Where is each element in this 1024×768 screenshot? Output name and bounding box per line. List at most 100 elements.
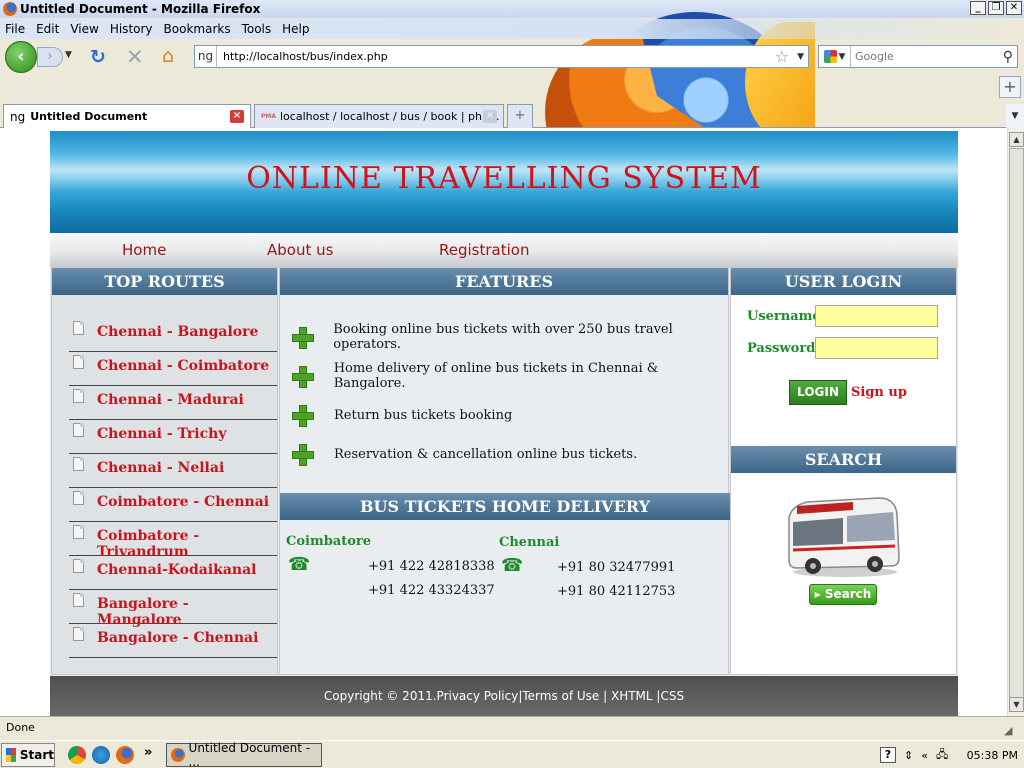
tab-close-icon[interactable]: × (483, 110, 497, 123)
tab-strip: + ng Untitled Document × PMA localhost /… (0, 74, 1024, 128)
system-tray: ? ⇕ « 🖧 05:38 PM (880, 743, 1024, 767)
tab-label: localhost / localhost / bus / book | php… (280, 110, 500, 123)
back-button[interactable]: ‹ (5, 41, 37, 73)
tab-favicon: ng (10, 109, 26, 124)
nav-registration[interactable]: Registration (439, 241, 529, 259)
scroll-thumb[interactable] (1009, 148, 1024, 698)
top-routes-heading: TOP ROUTES (52, 268, 277, 295)
login-heading: USER LOGIN (731, 268, 956, 295)
search-magnifier-icon[interactable]: ⚲ (1003, 49, 1013, 65)
home-icon[interactable]: ⌂ (162, 45, 174, 67)
tray-expand-icon[interactable]: « (921, 749, 928, 762)
stop-icon[interactable]: ✕ (126, 45, 144, 69)
firefox-icon (3, 2, 17, 16)
search-engine-selector[interactable]: ▼ (819, 46, 851, 67)
url-text[interactable]: http://localhost/bus/index.php (217, 50, 775, 63)
login-panel: USER LOGIN Username Password LOGIN Sign … (730, 267, 957, 675)
route-item[interactable]: Bangalore - Mangalore (69, 590, 277, 628)
search-button[interactable]: ▸ Search (809, 584, 877, 605)
menu-bar: File Edit View History Bookmarks Tools H… (0, 19, 1024, 39)
network-icon[interactable]: 🖧 (936, 746, 948, 765)
plus-icon (292, 405, 314, 427)
chrome-icon[interactable] (68, 746, 86, 764)
new-tab-button[interactable]: + (507, 104, 533, 128)
site-container: ONLINE TRAVELLING SYSTEM Home About us R… (50, 131, 958, 716)
phone-number: +91 80 32477991 (557, 560, 676, 575)
tab-untitled-document[interactable]: ng Untitled Document × (3, 104, 251, 128)
delivery-city-coimbatore: Coimbatore (286, 534, 372, 549)
plus-icon (292, 366, 314, 388)
username-row: Username (747, 305, 938, 327)
username-input[interactable] (815, 305, 938, 327)
route-item[interactable]: Chennai - Nellai (69, 454, 277, 488)
top-routes-panel: TOP ROUTES Chennai - Bangalore Chennai -… (51, 267, 278, 675)
document-icon (73, 389, 84, 403)
scroll-up-arrow-icon[interactable]: ▲ (1009, 132, 1024, 147)
close-button[interactable]: ✕ (1006, 1, 1022, 15)
route-item[interactable]: Bangalore - Chennai (69, 624, 277, 658)
route-item[interactable]: Chennai - Madurai (69, 386, 277, 420)
phone-icon: ☎ (288, 554, 311, 575)
tab-close-icon[interactable]: × (230, 110, 244, 123)
url-dropdown-icon[interactable]: ▼ (797, 52, 804, 62)
menu-edit[interactable]: Edit (36, 22, 59, 36)
windows-flag-icon (6, 748, 16, 762)
phone-number: +91 422 43324337 (368, 583, 495, 598)
route-item[interactable]: Coimbatore - Chennai (69, 488, 277, 522)
menu-history[interactable]: History (110, 22, 153, 36)
search-placeholder[interactable]: Google (851, 50, 1003, 63)
maximize-button[interactable]: ❐ (988, 1, 1004, 15)
plus-icon (292, 444, 314, 466)
site-title: ONLINE TRAVELLING SYSTEM (246, 161, 762, 196)
route-item[interactable]: Chennai - Bangalore (69, 318, 277, 352)
quicklaunch-chevron-icon[interactable]: » (144, 745, 152, 760)
menu-bookmarks[interactable]: Bookmarks (164, 22, 231, 36)
password-input[interactable] (815, 337, 938, 359)
firefox-quicklaunch-icon[interactable] (116, 746, 134, 764)
forward-button[interactable]: › (37, 47, 63, 67)
features-heading: FEATURES (280, 268, 728, 295)
help-icon[interactable]: ? (880, 747, 896, 763)
username-label: Username (747, 308, 821, 324)
forward-arrow-icon: › (47, 49, 53, 64)
site-identity-icon[interactable]: ng (195, 46, 217, 67)
phpmyadmin-favicon: PMA (261, 112, 277, 120)
route-item[interactable]: Chennai-Kodaikanal (69, 556, 277, 590)
scroll-down-arrow-icon[interactable]: ▼ (1009, 697, 1024, 712)
history-dropdown-icon[interactable]: ▼ (65, 50, 72, 60)
vertical-scrollbar[interactable]: ▲ ▼ (1007, 128, 1024, 716)
google-icon (823, 50, 837, 63)
document-icon (73, 355, 84, 369)
signup-link[interactable]: Sign up (851, 385, 907, 400)
search-bar[interactable]: ▼ Google ⚲ (818, 45, 1018, 68)
phone-icon: ☎ (501, 555, 524, 576)
taskbar-item-firefox[interactable]: Untitled Document - ... (166, 741, 322, 768)
document-icon (73, 627, 84, 641)
route-item[interactable]: Chennai - Trichy (69, 420, 277, 454)
route-item[interactable]: Chennai - Coimbatore (69, 352, 277, 386)
nav-about-us[interactable]: About us (267, 241, 333, 259)
document-icon (73, 321, 84, 335)
reload-icon[interactable]: ↻ (90, 46, 106, 68)
site-nav: Home About us Registration (50, 233, 958, 267)
nav-home[interactable]: Home (122, 241, 166, 259)
bookmark-star-icon[interactable]: ☆ (775, 47, 789, 66)
login-button[interactable]: LOGIN (789, 380, 847, 405)
menu-tools[interactable]: Tools (242, 22, 272, 36)
url-bar[interactable]: ng http://localhost/bus/index.php ☆ ▼ (194, 45, 809, 68)
tab-list-dropdown-icon[interactable]: ▼ (1006, 104, 1024, 128)
minimize-button[interactable]: _ (970, 1, 986, 15)
internet-explorer-icon[interactable] (92, 746, 110, 764)
document-icon (73, 457, 84, 471)
tab-phpmyadmin[interactable]: PMA localhost / localhost / bus / book |… (254, 104, 504, 128)
menu-file[interactable]: File (5, 22, 25, 36)
document-icon (73, 559, 84, 573)
tray-arrows-icon[interactable]: ⇕ (904, 749, 913, 762)
menu-view[interactable]: View (70, 22, 98, 36)
phone-number: +91 422 42818338 (368, 559, 495, 574)
start-button[interactable]: Start (1, 743, 55, 767)
new-tab-plus-icon[interactable]: + (999, 76, 1021, 98)
resize-grip-icon[interactable]: ◢ (1004, 720, 1020, 737)
route-item[interactable]: Coimbatore - Trivandrum (69, 522, 277, 560)
menu-help[interactable]: Help (282, 22, 309, 36)
